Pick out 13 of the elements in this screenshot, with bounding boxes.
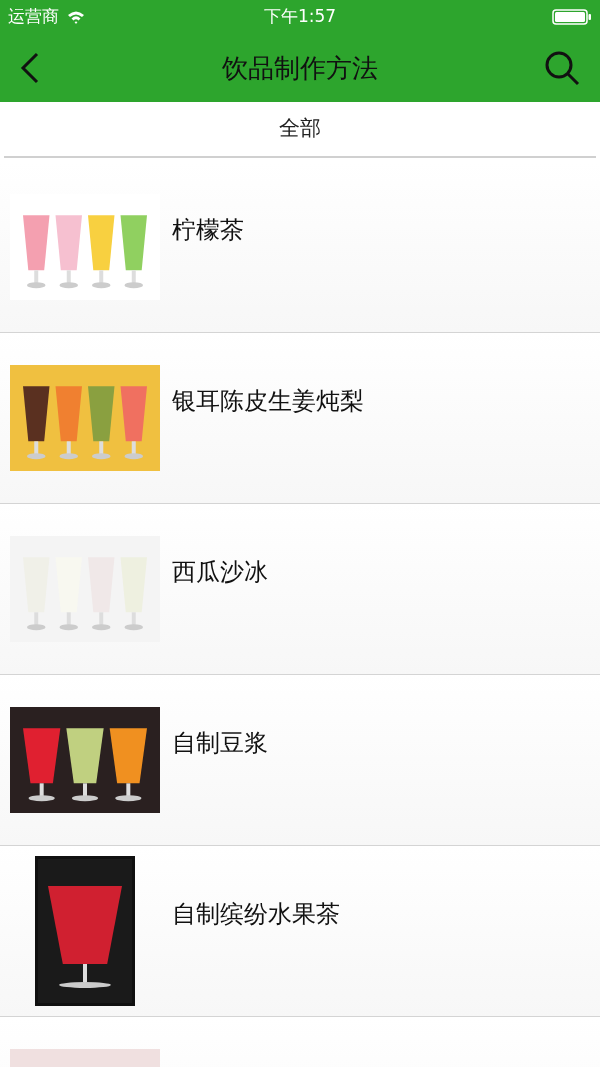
battery-icon xyxy=(552,9,592,25)
drink-title: 西瓜沙冰 xyxy=(172,557,268,588)
category-tab[interactable]: 全部 xyxy=(4,102,596,156)
wifi-icon xyxy=(67,10,85,24)
carrier-label: 运营商 xyxy=(8,5,59,29)
search-icon xyxy=(544,50,580,86)
page-title: 饮品制作方法 xyxy=(221,51,379,85)
drink-title: 自制豆浆 xyxy=(172,728,268,759)
clock-label: 下午1:57 xyxy=(263,5,337,29)
drink-title: 银耳陈皮生姜炖梨 xyxy=(172,386,364,417)
back-icon xyxy=(20,52,40,84)
drink-title: 柠檬茶 xyxy=(172,215,244,246)
drink-title: 自制缤纷水果茶 xyxy=(172,899,340,930)
